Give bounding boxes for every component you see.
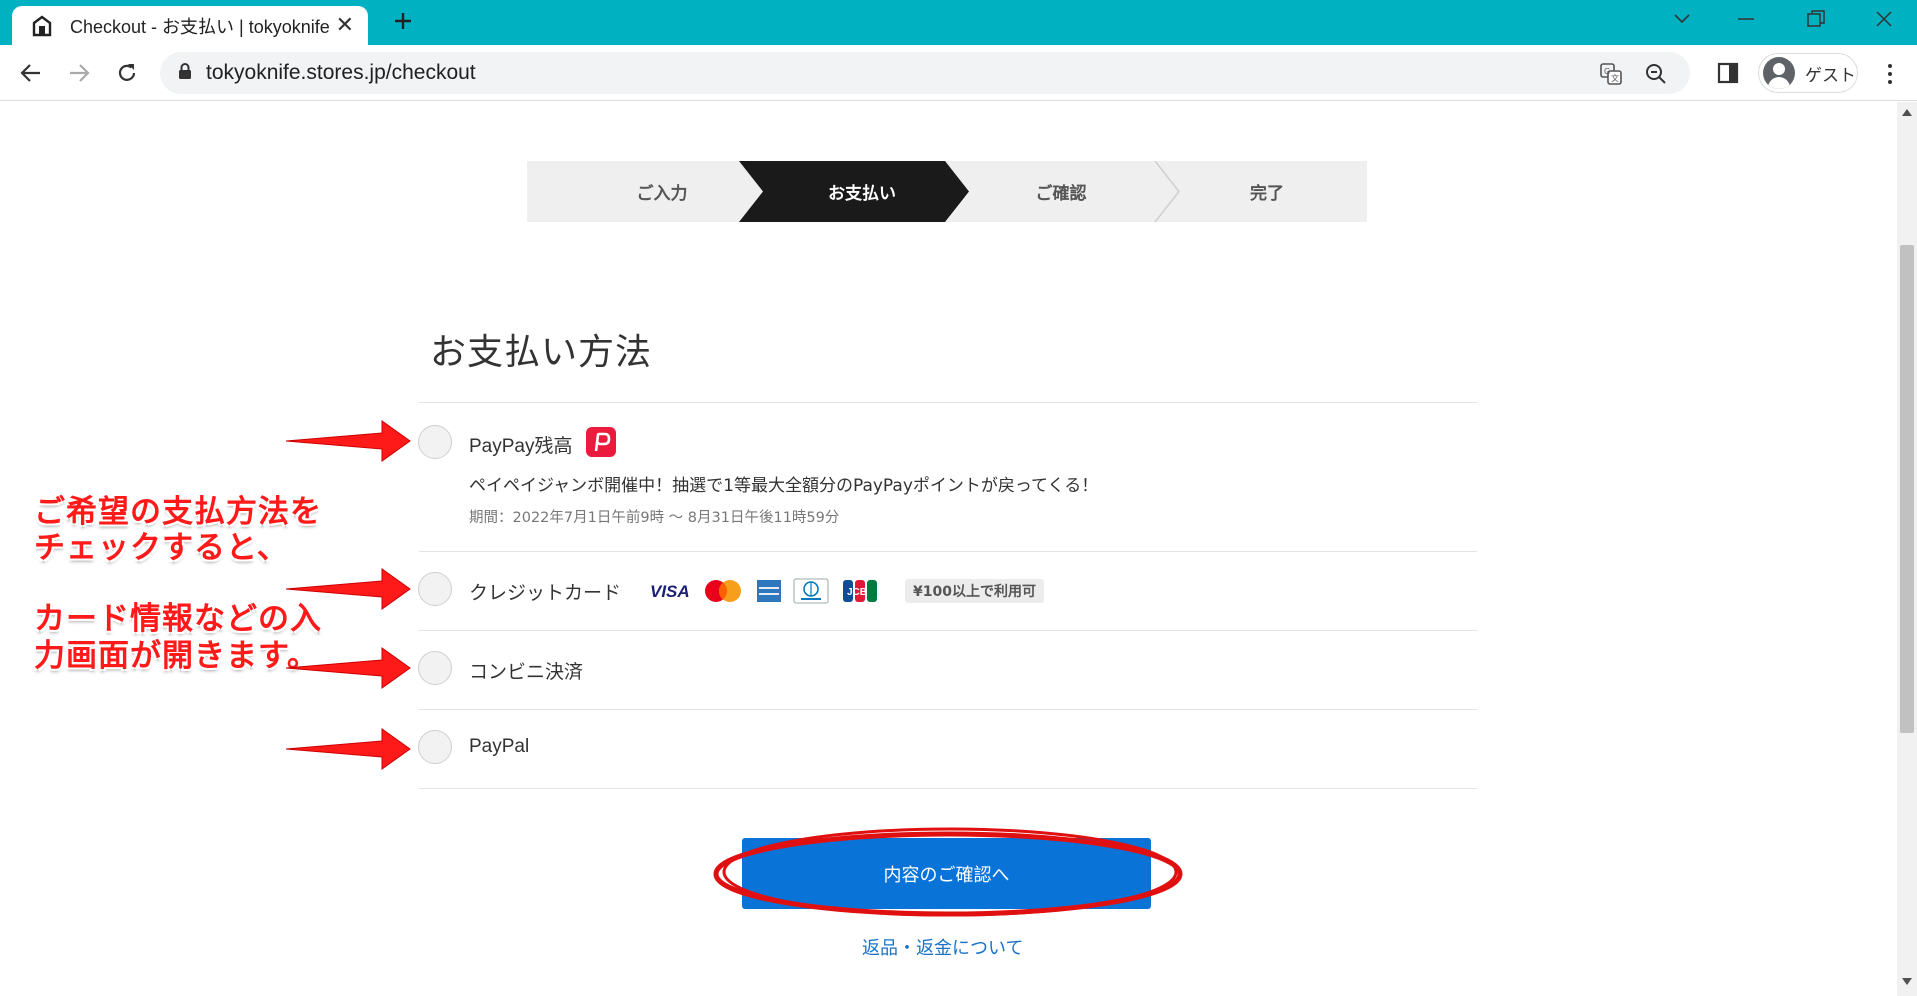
scroll-down-arrow-icon[interactable] — [1897, 978, 1917, 992]
minimize-button[interactable] — [1726, 4, 1766, 34]
svg-text:G: G — [1604, 67, 1610, 76]
divider — [419, 788, 1477, 789]
paypay-icon — [586, 427, 616, 457]
scroll-up-arrow-icon[interactable] — [1897, 108, 1917, 122]
divider — [419, 630, 1477, 631]
divider — [419, 709, 1477, 710]
tab-search-icon[interactable] — [1662, 4, 1702, 34]
browser-tab[interactable]: Checkout - お支払い | tokyoknife ✕ — [12, 6, 368, 45]
avatar-icon — [1763, 57, 1795, 89]
translate-icon[interactable]: G文 — [1598, 61, 1624, 87]
divider — [419, 551, 1477, 552]
visa-logo-icon: VISA — [649, 578, 691, 604]
profile-name: ゲスト — [1805, 65, 1856, 86]
more-menu-icon[interactable] — [1880, 59, 1900, 89]
credit-card-min-badge: ¥100以上で利用可 — [905, 579, 1044, 603]
paypay-promo-text: ペイペイジャンボ開催中！抽選で1等最大全額分のPayPayポイントが戻ってくる！ — [469, 476, 1099, 496]
annotation-arrow-icon — [286, 420, 411, 462]
side-panel-icon[interactable] — [1713, 58, 1743, 88]
checkout-steps: ご入力 お支払い ご確認 完了 — [527, 161, 1367, 222]
annotation-arrow-icon — [286, 728, 411, 770]
profile-button[interactable]: ゲスト — [1758, 53, 1858, 93]
paypay-radio[interactable] — [418, 425, 452, 459]
annotation-line-2: チェックすると、 — [34, 530, 289, 566]
amex-logo-icon — [756, 578, 782, 604]
diners-logo-icon — [793, 578, 829, 604]
credit-card-radio[interactable] — [418, 572, 452, 606]
page-scrollbar[interactable] — [1897, 102, 1917, 996]
mastercard-logo-icon — [702, 578, 744, 604]
lock-icon — [178, 62, 192, 84]
annotation-arrow-icon — [286, 568, 411, 610]
close-tab-icon[interactable]: ✕ — [336, 14, 354, 37]
reload-button[interactable] — [112, 58, 142, 88]
url-text: tokyoknife.stores.jp/checkout — [206, 61, 476, 84]
paypay-label: PayPay残高 — [469, 436, 573, 457]
paypal-radio[interactable] — [418, 730, 452, 764]
jcb-logo-icon: JCB — [842, 578, 878, 604]
step-input: ご入力 — [636, 184, 688, 204]
paypal-label: PayPal — [469, 736, 530, 757]
address-bar[interactable]: tokyoknife.stores.jp/checkout G文 — [160, 52, 1690, 94]
step-confirm: ご確認 — [1035, 184, 1087, 204]
jcb-logo-text: JCB — [847, 587, 867, 598]
store-icon — [30, 14, 54, 38]
konbini-label: コンビニ決済 — [469, 662, 584, 683]
visa-logo-text: VISA — [650, 582, 690, 601]
paypay-period-text: 期間：2022年7月1日午前9時 〜 8月31日午後11時59分 — [469, 510, 840, 526]
close-window-button[interactable] — [1864, 4, 1904, 34]
restore-button[interactable] — [1796, 4, 1836, 34]
annotation-arrow-icon — [286, 647, 411, 689]
annotation-circle-icon — [713, 827, 1183, 917]
konbini-radio[interactable] — [418, 651, 452, 685]
returns-policy-link[interactable]: 返品・返金について — [862, 934, 1023, 960]
step-payment: お支払い — [828, 184, 896, 204]
page-title: お支払い方法 — [430, 332, 653, 373]
browser-tab-strip: Checkout - お支払い | tokyoknife ✕ — [0, 0, 1917, 45]
divider — [419, 402, 1477, 403]
zoom-icon[interactable] — [1643, 61, 1669, 87]
tab-title: Checkout - お支払い | tokyoknife — [70, 16, 330, 37]
credit-card-label: クレジットカード — [469, 583, 622, 604]
new-tab-button[interactable] — [388, 6, 418, 36]
back-button[interactable] — [16, 58, 46, 88]
scroll-thumb[interactable] — [1900, 245, 1914, 733]
annotation-line-4: 力画面が開きます。 — [34, 638, 319, 674]
forward-button[interactable] — [64, 58, 94, 88]
svg-text:文: 文 — [1611, 73, 1619, 83]
browser-toolbar: tokyoknife.stores.jp/checkout G文 ゲスト — [0, 45, 1917, 101]
step-complete: 完了 — [1250, 184, 1284, 204]
